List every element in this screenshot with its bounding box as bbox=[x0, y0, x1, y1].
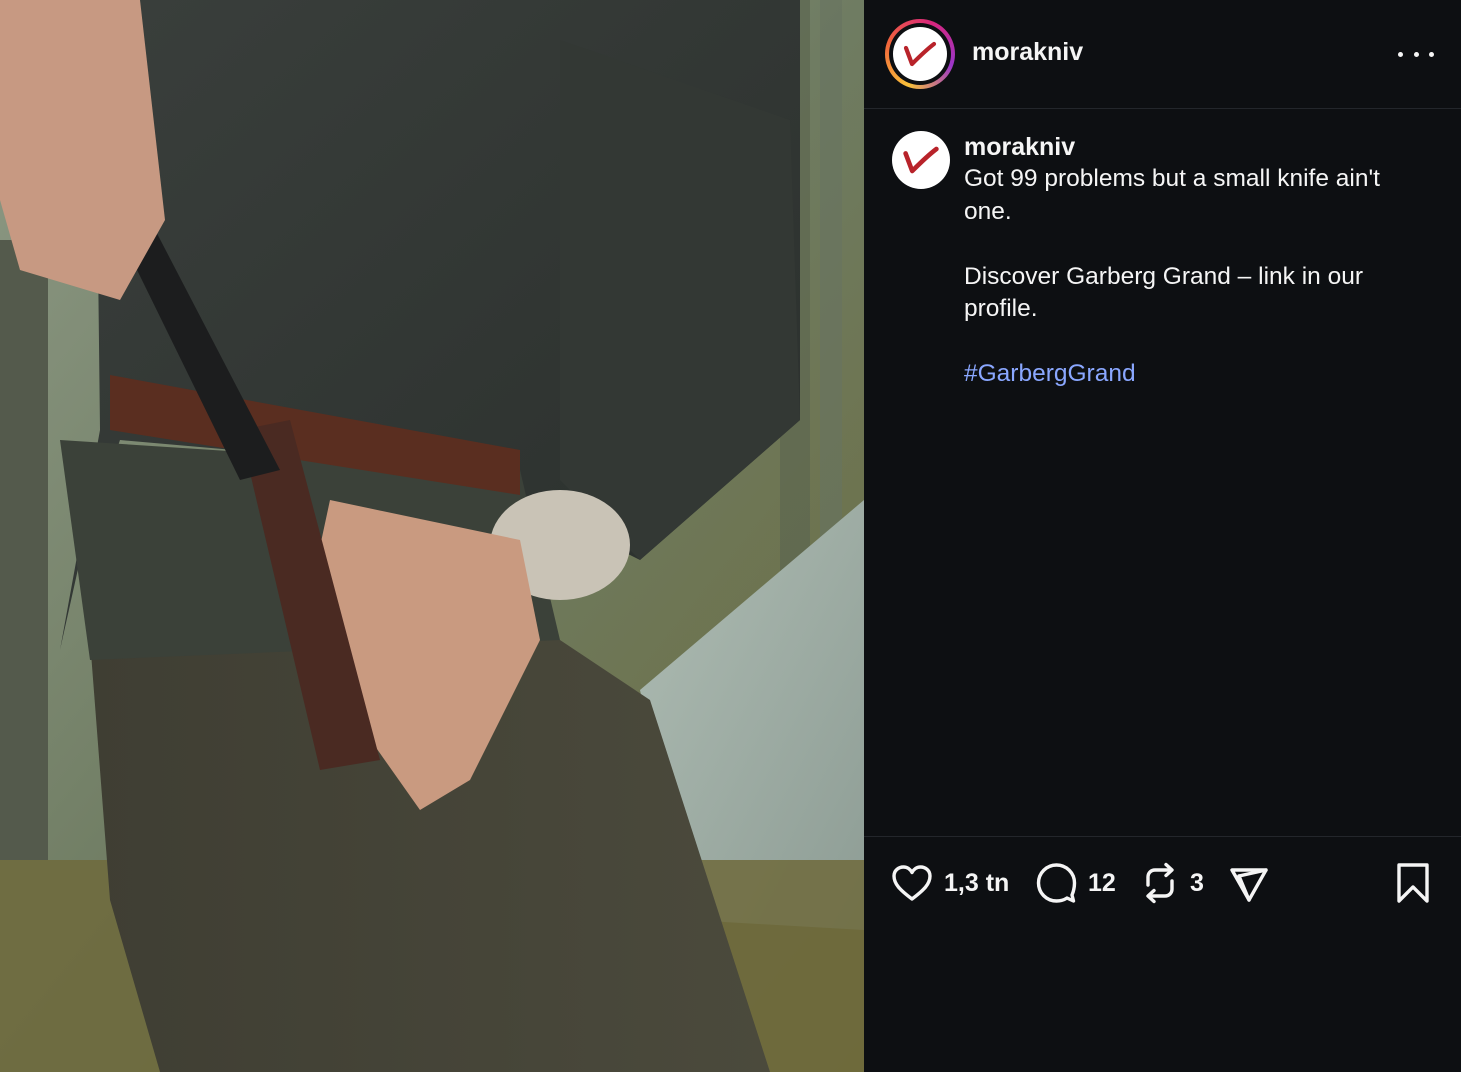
heart-icon bbox=[892, 865, 932, 901]
more-options-button[interactable] bbox=[1398, 40, 1434, 68]
more-horizontal-icon bbox=[1398, 51, 1403, 57]
bookmark-icon bbox=[1397, 863, 1429, 903]
post-caption: morakniv Got 99 problems but a small kni… bbox=[964, 131, 1434, 391]
morakniv-logo-icon bbox=[903, 41, 937, 67]
like-button[interactable]: 1,3 tn bbox=[890, 860, 1009, 906]
post-header: morakniv bbox=[864, 0, 1461, 109]
repost-icon bbox=[1146, 862, 1174, 904]
post-side-panel: morakniv morakniv Got 99 problems but a … bbox=[864, 0, 1461, 1072]
post-photo-illustration bbox=[0, 0, 864, 1072]
repost-button[interactable]: 3 bbox=[1140, 860, 1204, 906]
caption-text: Got 99 problems but a small knife ain't … bbox=[964, 163, 1434, 391]
share-icon bbox=[1230, 868, 1268, 902]
post-actions-bar: 1,3 tn 12 3 bbox=[864, 860, 1461, 906]
comment-button[interactable]: 12 bbox=[1034, 860, 1116, 906]
repost-count[interactable]: 3 bbox=[1190, 869, 1204, 898]
morakniv-logo-icon bbox=[903, 146, 939, 174]
hashtag-link[interactable]: #GarbergGrand bbox=[964, 360, 1136, 387]
comment-icon bbox=[1036, 863, 1077, 903]
share-button[interactable] bbox=[1228, 860, 1270, 906]
story-ring[interactable] bbox=[885, 19, 955, 89]
divider bbox=[864, 836, 1461, 837]
comment-count[interactable]: 12 bbox=[1088, 869, 1116, 898]
avatar[interactable] bbox=[893, 27, 947, 81]
header-username[interactable]: morakniv bbox=[972, 38, 1083, 67]
caption-line: Got 99 problems but a small knife ain't … bbox=[964, 165, 1380, 225]
post-photo[interactable] bbox=[0, 0, 864, 1072]
caption-line: Discover Garberg Grand – link in our pro… bbox=[964, 262, 1363, 323]
caption-username[interactable]: morakniv bbox=[964, 131, 1434, 163]
bookmark-button[interactable] bbox=[1394, 860, 1432, 906]
caption-avatar[interactable] bbox=[892, 131, 950, 189]
like-count[interactable]: 1,3 tn bbox=[944, 869, 1009, 898]
